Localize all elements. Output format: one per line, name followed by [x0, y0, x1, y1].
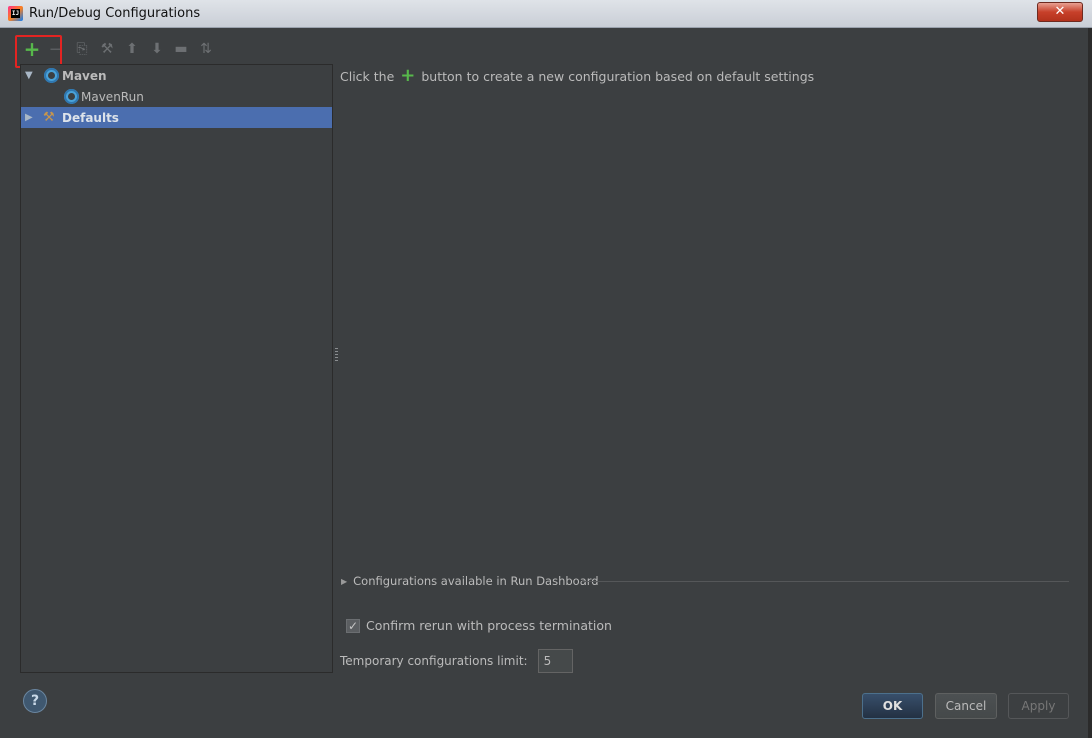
configuration-tree[interactable]: ▼ Maven MavenRun ▶ ⚒ Defaults [20, 64, 333, 673]
close-icon: ✕ [1054, 4, 1066, 19]
title-bar: IJ Run/Debug Configurations ✕ [0, 0, 1092, 28]
arrow-up-icon: ⬆ [126, 41, 138, 57]
temp-config-limit-row: Temporary configurations limit: [340, 649, 573, 673]
arrow-down-icon: ⬇ [151, 41, 163, 57]
question-mark-icon: ? [30, 693, 40, 709]
tree-item-label: MavenRun [81, 89, 144, 104]
window-title: Run/Debug Configurations [29, 6, 201, 21]
section-divider [582, 581, 1069, 582]
apply-button[interactable]: Apply [1008, 693, 1069, 719]
hint-after: button to create a new configuration bas… [421, 68, 815, 84]
maven-gear-icon [64, 89, 79, 104]
create-folder-button[interactable]: ▬ [170, 38, 192, 60]
copy-icon: ⎘ [76, 41, 88, 57]
splitter-handle[interactable] [335, 348, 338, 362]
add-icon: + [400, 65, 416, 86]
move-down-button[interactable]: ⬇ [146, 38, 168, 60]
close-window-button[interactable]: ✕ [1037, 2, 1083, 22]
empty-hint-text: Click the + button to create a new confi… [340, 65, 815, 86]
window-edge [1088, 28, 1092, 738]
tree-item-defaults[interactable]: ▶ ⚒ Defaults [21, 107, 332, 128]
edit-defaults-button[interactable]: ⚒ [96, 38, 118, 60]
confirm-rerun-checkbox[interactable]: ✓ [346, 618, 360, 633]
ok-button[interactable]: OK [862, 693, 923, 719]
run-dashboard-label: Configurations available in Run Dashboar… [353, 574, 599, 588]
maven-gear-icon [44, 68, 59, 83]
temp-limit-label: Temporary configurations limit: [340, 654, 528, 668]
cancel-button[interactable]: Cancel [935, 693, 997, 719]
hint-before: Click the [340, 68, 395, 84]
confirm-rerun-option[interactable]: ✓ Confirm rerun with process termination [346, 618, 612, 633]
temp-limit-input[interactable] [537, 649, 573, 673]
run-dashboard-section[interactable]: ▶ Configurations available in Run Dashbo… [341, 574, 599, 588]
tree-item-label: Defaults [62, 110, 119, 125]
folder-icon: ▬ [174, 41, 188, 57]
app-icon-text: IJ [11, 9, 20, 18]
tree-item-maven[interactable]: ▼ Maven [21, 65, 332, 86]
intellij-app-icon: IJ [8, 6, 23, 21]
wrench-icon: ⚒ [43, 109, 55, 125]
expand-arrow-icon[interactable]: ▶ [25, 112, 33, 123]
expand-arrow-icon[interactable]: ▼ [25, 70, 33, 81]
tree-item-mavenrun[interactable]: MavenRun [21, 86, 332, 107]
sort-az-icon: ⇅ [200, 41, 212, 57]
copy-configuration-button[interactable]: ⎘ [71, 38, 93, 60]
tree-item-label: Maven [62, 68, 107, 83]
wrench-icon: ⚒ [100, 41, 114, 57]
move-up-button[interactable]: ⬆ [121, 38, 143, 60]
confirm-rerun-label: Confirm rerun with process termination [366, 618, 612, 633]
sort-configurations-button[interactable]: ⇅ [195, 38, 217, 60]
help-button[interactable]: ? [23, 689, 47, 713]
expand-triangle-icon[interactable]: ▶ [341, 577, 347, 586]
